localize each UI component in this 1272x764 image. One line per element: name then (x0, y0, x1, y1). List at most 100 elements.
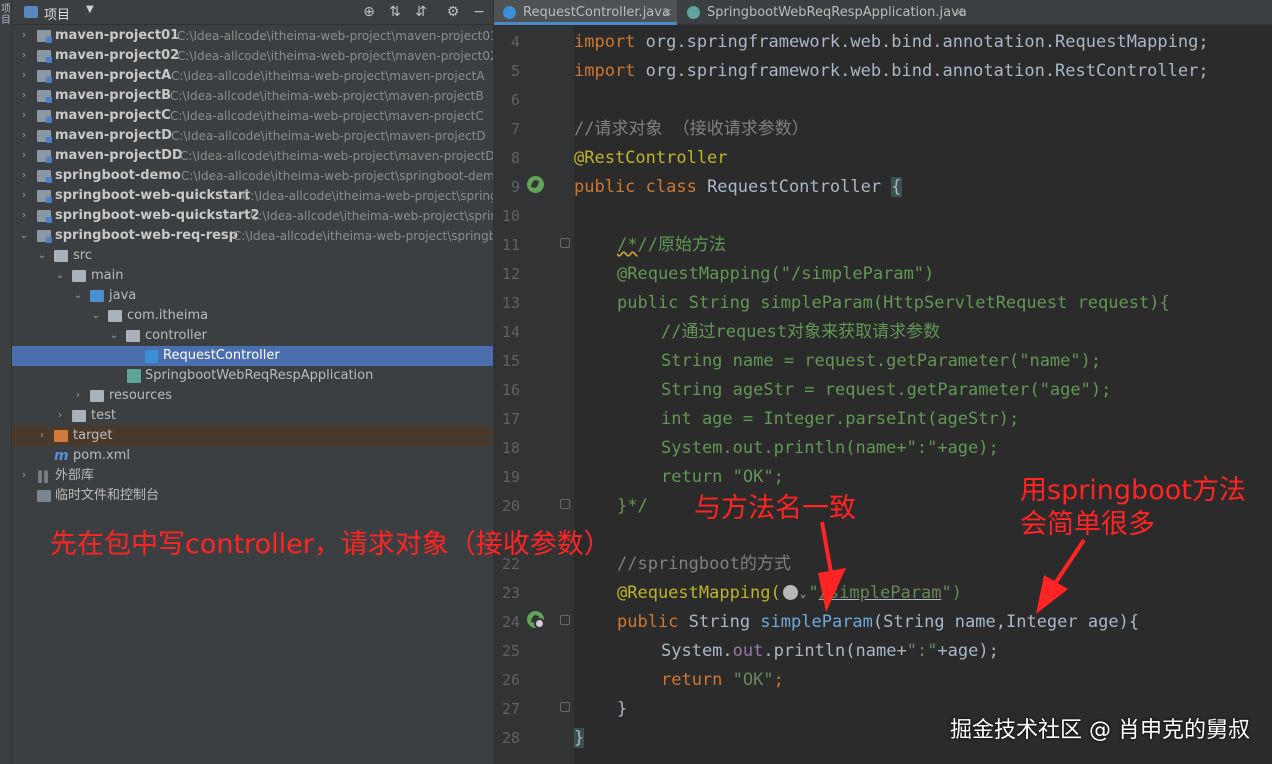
tab-request-controller[interactable]: RequestController.java ✕ (494, 0, 677, 25)
module-icon (37, 50, 52, 63)
tree-scratches[interactable]: 临时文件和控制台 (12, 486, 493, 506)
chevron-down-icon[interactable]: ⌄ (90, 306, 102, 326)
folder-label: target (73, 428, 113, 443)
code-token[interactable]: /simpleParam (819, 583, 942, 603)
tree-module-row[interactable]: › maven-projectC C:\Idea-allcode\itheima… (12, 106, 493, 126)
tree-folder-java[interactable]: ⌄ java (12, 286, 493, 306)
code-line-23: @RequestMapping(⌄ "/simpleParam") (617, 579, 962, 608)
code-token: public class (574, 177, 697, 197)
chevron-down-icon[interactable]: ⌄ (36, 246, 48, 266)
chevron-right-icon[interactable]: › (18, 466, 30, 486)
fold-marker-icon[interactable] (560, 238, 570, 248)
tree-module-row[interactable]: › springboot-web-quickstart2 C:\Idea-all… (12, 206, 493, 226)
code-token: return (661, 670, 723, 690)
line-number: 12 (501, 265, 520, 283)
chevron-right-icon[interactable]: › (18, 166, 30, 186)
chevron-right-icon[interactable]: › (18, 206, 30, 226)
chevron-down-icon[interactable]: ⌄ (72, 286, 84, 306)
tree-module-row[interactable]: › maven-projectD C:\Idea-allcode\itheima… (12, 126, 493, 146)
line-number: 16 (501, 381, 520, 399)
source-folder-icon (90, 290, 104, 302)
chevron-right-icon[interactable]: › (54, 406, 66, 426)
file-label: SpringbootWebReqRespApplication (145, 368, 374, 383)
chevron-down-icon[interactable]: ⌄ (108, 326, 120, 346)
code-token: ") (941, 583, 962, 603)
tree-folder-src[interactable]: ⌄ src (12, 246, 493, 266)
gear-icon[interactable]: ⚙ (444, 3, 462, 21)
web-endpoint-gutter-icon[interactable] (534, 618, 545, 629)
chevron-right-icon[interactable]: › (18, 26, 30, 46)
tree-external-libraries[interactable]: › ‖‖ 外部库 (12, 466, 493, 486)
fold-marker-icon[interactable] (560, 499, 570, 509)
tree-file-pom[interactable]: m pom.xml (12, 446, 493, 466)
tree-label: 外部库 (55, 468, 95, 483)
crosshair-icon[interactable]: ⊕ (360, 3, 378, 21)
code-area[interactable]: import org.springframework.web.bind.anno… (574, 26, 1272, 764)
tree-package[interactable]: ⌄ com.itheima (12, 306, 493, 326)
fold-marker-icon[interactable] (560, 615, 570, 625)
module-icon (37, 130, 52, 143)
close-icon[interactable]: ✕ (663, 0, 672, 25)
tree-folder-test[interactable]: › test (12, 406, 493, 426)
chevron-right-icon[interactable]: › (18, 126, 30, 146)
code-editor[interactable]: RequestController.java ✕ SpringbootWebRe… (493, 0, 1272, 764)
chevron-right-icon[interactable]: › (18, 186, 30, 206)
line-number: 27 (501, 700, 520, 718)
chevron-right-icon[interactable]: › (18, 146, 30, 166)
tree-module-row[interactable]: › maven-project02 C:\Idea-allcode\itheim… (12, 46, 493, 66)
collapse-all-icon[interactable]: ⇵ (412, 3, 430, 21)
expand-all-icon[interactable]: ⇅ (386, 3, 404, 21)
minimize-icon[interactable]: − (470, 3, 488, 21)
editor-tab-bar: RequestController.java ✕ SpringbootWebRe… (494, 0, 1272, 25)
code-token: //原始方法 (637, 235, 726, 255)
line-number: 19 (501, 468, 520, 486)
fold-marker-icon[interactable] (560, 702, 570, 712)
chevron-right-icon[interactable]: › (18, 66, 30, 86)
tree-module-row[interactable]: › maven-project01 C:\Idea-allcode\itheim… (12, 26, 493, 46)
chevron-right-icon[interactable]: › (72, 386, 84, 406)
chevron-down-icon[interactable]: ▼ (86, 4, 94, 15)
tree-folder-target[interactable]: › target (12, 426, 493, 446)
tree-file-application[interactable]: SpringbootWebReqRespApplication (12, 366, 493, 386)
code-token: ){ (1118, 612, 1140, 632)
annotation-springboot-note-line2: 会简单很多 (1020, 509, 1155, 540)
tree-module-row[interactable]: ⌄ springboot-web-req-resp C:\Idea-allcod… (12, 226, 493, 246)
chevron-down-icon[interactable]: ⌄ (800, 579, 807, 608)
chevron-right-icon[interactable]: › (18, 46, 30, 66)
tree-module-row[interactable]: › maven-projectB C:\Idea-allcode\itheima… (12, 86, 493, 106)
module-name: maven-projectB (55, 88, 172, 103)
tree-module-row[interactable]: › springboot-demo C:\Idea-allcode\itheim… (12, 166, 493, 186)
tree-file-request-controller[interactable]: RequestController (12, 346, 493, 366)
spring-bean-gutter-icon[interactable] (527, 176, 544, 193)
code-token: /* (617, 235, 638, 255)
chevron-right-icon[interactable]: › (18, 86, 30, 106)
module-name: maven-project01 (55, 28, 180, 43)
tool-window-strip[interactable]: 项目 (0, 0, 12, 764)
tree-module-row[interactable]: › maven-projectA C:\Idea-allcode\itheima… (12, 66, 493, 86)
chevron-right-icon[interactable]: › (36, 426, 48, 446)
editor-gutter[interactable]: 4 5 6 7 8 9 10 11 12 13 14 15 16 17 18 1… (494, 26, 574, 764)
module-path: C:\Idea-allcode\itheima-web-project\spri… (250, 209, 493, 223)
module-path: C:\Idea-allcode\itheima-web-project\spri… (181, 169, 493, 183)
close-icon[interactable]: ✕ (955, 0, 964, 25)
tree-module-row[interactable]: › maven-projectDD C:\Idea-allcode\itheim… (12, 146, 493, 166)
line-number: 4 (510, 33, 520, 51)
chevron-down-icon[interactable]: ⌄ (18, 226, 30, 246)
code-token: ; (773, 670, 784, 690)
tree-folder-resources[interactable]: › resources (12, 386, 493, 406)
project-tool-label[interactable]: 项目 (0, 4, 12, 26)
tab-application[interactable]: SpringbootWebReqRespApplication.java ✕ (678, 0, 968, 25)
tree-folder-main[interactable]: ⌄ main (12, 266, 493, 286)
folder-icon (72, 410, 86, 422)
chevron-right-icon[interactable]: › (18, 106, 30, 126)
line-number: 25 (501, 642, 520, 660)
tree-label: 临时文件和控制台 (55, 488, 160, 503)
tree-module-row[interactable]: › springboot-web-quickstart C:\Idea-allc… (12, 186, 493, 206)
module-icon (37, 150, 52, 163)
module-path: C:\Idea-allcode\itheima-web-project\mave… (177, 49, 493, 63)
project-panel-title[interactable]: 项目 (44, 4, 70, 23)
tree-package-controller[interactable]: ⌄ controller (12, 326, 493, 346)
chevron-down-icon[interactable]: ⌄ (54, 266, 66, 286)
globe-icon[interactable] (782, 585, 798, 600)
module-icon (37, 230, 52, 243)
